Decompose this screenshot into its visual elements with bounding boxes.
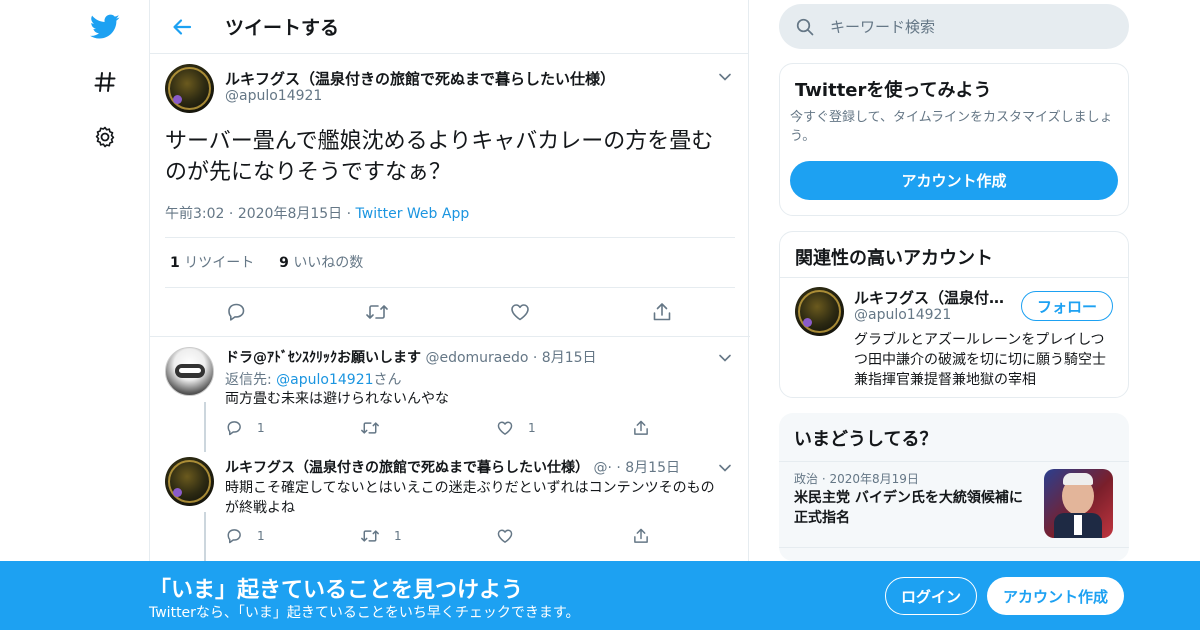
retweet-icon[interactable]	[365, 300, 389, 324]
divider	[150, 336, 750, 337]
follow-button[interactable]: フォロー	[1021, 291, 1113, 321]
reply-actions: 1 1	[225, 418, 655, 438]
gear-icon[interactable]	[88, 120, 122, 154]
card-text: 今すぐ登録して、タイムラインをカスタマイズしましょう。	[790, 110, 1113, 144]
share-icon[interactable]	[632, 418, 650, 438]
share-icon[interactable]	[650, 300, 674, 324]
thread-line	[204, 402, 206, 452]
reply-count: 1	[257, 421, 265, 435]
reply-actions: 1 1	[225, 526, 655, 546]
reply-date[interactable]: 8月15日	[542, 350, 597, 366]
account-name[interactable]: ルキフグス（温泉付…	[854, 287, 1004, 308]
heart-icon[interactable]: 1	[496, 418, 536, 438]
reply-to-prefix: 返信先:	[225, 372, 277, 388]
avatar[interactable]	[165, 64, 214, 113]
tweet-text: サーバー畳んで艦娘沈めるよりキャバカレーの方を畳むのが先になりそうですなぁ？	[165, 129, 714, 185]
card-title: 関連性の高いアカウント	[795, 248, 993, 269]
account-bio: グラブルとアズールレーンをプレイしつつ田中謙介の破滅を切に切に願う騎空士兼指揮官…	[854, 332, 1106, 388]
create-account-button[interactable]: アカウント作成	[790, 161, 1118, 200]
heart-icon[interactable]	[508, 300, 532, 324]
trend-item[interactable]: 政治 · 2020年8月19日 米民主党 バイデン氏を大統領候補に正式指名	[779, 462, 1129, 547]
divider	[165, 237, 735, 238]
reply-to-suffix: さん	[373, 372, 402, 388]
reply-text: 両方畳む未来は避けられないんやな	[225, 391, 449, 407]
tweet-date[interactable]: 2020年8月15日	[238, 206, 342, 222]
author-handle[interactable]: @edomuraedo	[425, 350, 528, 366]
trend-meta: 政治 · 2020年8月19日	[794, 472, 919, 486]
chevron-down-icon[interactable]	[718, 460, 734, 476]
author-name[interactable]: ルキフグス（温泉付きの旅館で死ぬまで暮らしたい仕様）	[225, 68, 615, 89]
like-label[interactable]: いいねの数	[293, 255, 363, 271]
hashtag-icon[interactable]	[88, 65, 122, 99]
back-arrow-icon[interactable]	[167, 12, 197, 42]
chevron-down-icon[interactable]	[718, 69, 734, 85]
reply-header: ドラ@ｱﾄﾞｾﾝｽｸﾘｯｸお願いします @edomuraedo · 8月15日	[225, 350, 597, 366]
account-handle[interactable]: @apulo14921	[854, 307, 951, 323]
divider	[165, 287, 735, 288]
card-title: Twitterを使ってみよう	[795, 80, 992, 101]
banner-title: 「いま」起きていることを見つけよう	[149, 578, 524, 603]
page-header: ツイートする	[150, 0, 748, 54]
reply-date[interactable]: 8月15日	[625, 460, 680, 476]
reply-text: 時期こそ確定してないとはいえこの迷走ぶりだといずれはコンテンツそのものが終戦よね	[225, 480, 715, 516]
avatar[interactable]	[165, 347, 214, 396]
retweet-icon[interactable]	[360, 418, 394, 438]
twitter-logo-icon[interactable]	[88, 10, 122, 44]
thread-line	[204, 512, 206, 561]
signup-button[interactable]: アカウント作成	[987, 577, 1124, 615]
reply-tweet[interactable]: ルキフグス（温泉付きの旅館で死ぬまで暮らしたい仕様） @· · 8月15日 時期…	[165, 457, 735, 561]
retweet-label[interactable]: リツイート	[184, 255, 254, 271]
related-accounts-card: 関連性の高いアカウント ルキフグス（温泉付… @apulo14921 フォロー …	[779, 231, 1129, 398]
retweet-count: 1	[394, 529, 402, 543]
search-input[interactable]	[830, 17, 1110, 36]
like-count: 1	[528, 421, 536, 435]
card-title: いまどうしてる？	[794, 429, 938, 450]
retweet-count[interactable]: 1	[170, 255, 180, 271]
signup-banner: 「いま」起きていることを見つけよう Twitterなら、「いま」起きていることを…	[0, 561, 1200, 630]
trend-thumbnail	[1044, 469, 1113, 538]
reply-tweet[interactable]: ドラ@ｱﾄﾞｾﾝｽｸﾘｯｸお願いします @edomuraedo · 8月15日 …	[165, 347, 735, 452]
trend-date: 2020年8月19日	[829, 472, 919, 486]
reply-header: ルキフグス（温泉付きの旅館で死ぬまで暮らしたい仕様） @· · 8月15日	[225, 460, 680, 476]
reply-icon[interactable]	[224, 300, 248, 324]
like-count[interactable]: 9	[279, 255, 289, 271]
share-icon[interactable]	[632, 526, 650, 546]
author-name[interactable]: ルキフグス（温泉付きの旅館で死ぬまで暮らしたい仕様）	[225, 460, 589, 476]
heart-icon[interactable]	[496, 526, 528, 546]
tweet-source[interactable]: Twitter Web App	[356, 206, 470, 222]
divider	[779, 547, 1129, 548]
avatar[interactable]	[795, 287, 844, 336]
author-handle[interactable]: @·	[593, 460, 611, 476]
search-bar[interactable]	[779, 4, 1129, 49]
page-title: ツイートする	[225, 17, 340, 39]
avatar[interactable]	[165, 457, 214, 506]
banner-subtitle: Twitterなら、「いま」起きていることをいち早くチェックできます。	[149, 605, 580, 621]
tweet-stats: 1 リツイート 9 いいねの数	[170, 252, 363, 272]
author-handle[interactable]: @apulo14921	[225, 88, 322, 104]
trends-card: いまどうしてる？ 政治 · 2020年8月19日 米民主党 バイデン氏を大統領候…	[779, 413, 1129, 561]
tweet-actions	[165, 300, 735, 324]
reply-to: 返信先: @apulo14921さん	[225, 369, 402, 389]
reply-icon[interactable]: 1	[225, 526, 265, 546]
author-name[interactable]: ドラ@ｱﾄﾞｾﾝｽｸﾘｯｸお願いします	[225, 350, 421, 366]
reply-count: 1	[257, 529, 265, 543]
main-column: ツイートする ルキフグス（温泉付きの旅館で死ぬまで暮らしたい仕様） @apulo…	[149, 0, 750, 630]
trend-headline: 米民主党 バイデン氏を大統領候補に正式指名	[794, 490, 1023, 526]
tweet-time[interactable]: 午前3:02	[165, 206, 224, 222]
chevron-down-icon[interactable]	[718, 350, 734, 366]
reply-to-handle[interactable]: @apulo14921	[276, 372, 373, 388]
retweet-icon[interactable]: 1	[360, 526, 402, 546]
login-button[interactable]: ログイン	[885, 577, 977, 615]
reply-icon[interactable]: 1	[225, 418, 265, 438]
tweet-meta: 午前3:02 · 2020年8月15日 · Twitter Web App	[165, 206, 470, 222]
signup-card: Twitterを使ってみよう 今すぐ登録して、タイムラインをカスタマイズしましょ…	[779, 63, 1129, 216]
search-icon	[796, 18, 814, 36]
trend-category: 政治	[794, 472, 819, 486]
divider	[780, 277, 1128, 278]
